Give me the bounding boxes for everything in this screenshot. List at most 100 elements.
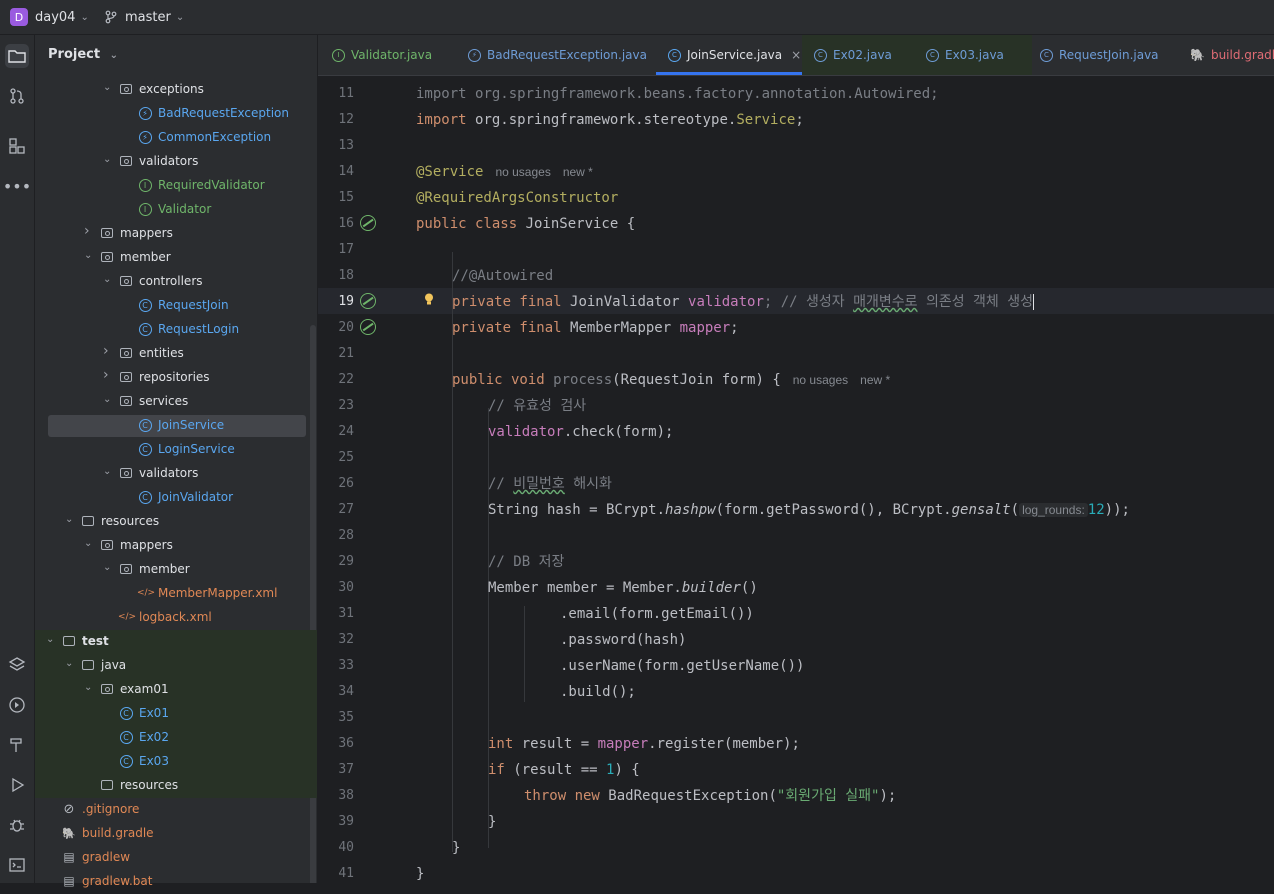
- bean-gutter-icon[interactable]: [360, 293, 376, 309]
- code-editor[interactable]: 11 12 13 14 15 16 17 18 19 20 21 22 23 24 25 26 27 28 29 30…: [318, 76, 1274, 883]
- run-icon[interactable]: [5, 773, 29, 797]
- chevron-down-icon[interactable]: ⌄: [103, 394, 111, 405]
- tree-item-ex02[interactable]: C Ex02: [35, 726, 317, 750]
- tree-item-validators[interactable]: ⌄ validators: [35, 150, 317, 174]
- line-number: 25: [338, 450, 354, 465]
- tree-item-controllers[interactable]: ⌄ controllers: [35, 270, 317, 294]
- tab-validator[interactable]: I Validator.java: [332, 35, 432, 75]
- more-icon[interactable]: •••: [3, 174, 31, 198]
- tree-item-member[interactable]: ⌄ member: [35, 246, 317, 270]
- tree-item-joinvalidator[interactable]: C JoinValidator: [35, 486, 317, 510]
- tree-item-exceptions[interactable]: ⌄ exceptions: [35, 78, 317, 102]
- code-line-38: throw new BadRequestException("회원가입 실패")…: [524, 786, 896, 806]
- chevron-down-icon[interactable]: ⌄: [84, 250, 92, 261]
- author-hint[interactable]: new *: [860, 373, 890, 387]
- tree-item-java[interactable]: ⌄ java: [35, 654, 317, 678]
- tree-item-membermapper-xml[interactable]: </> MemberMapper.xml: [35, 582, 317, 606]
- tree-item-test[interactable]: ⌄ test: [35, 630, 317, 654]
- code-token: process: [553, 372, 613, 388]
- code-line-34: .build();: [560, 682, 636, 702]
- tree-item-gradlew-bat[interactable]: ▤ gradlew.bat: [35, 870, 317, 894]
- chevron-right-icon[interactable]: ›: [84, 223, 90, 239]
- chevron-right-icon[interactable]: ›: [103, 367, 109, 383]
- class-icon: C: [1040, 48, 1053, 62]
- file-icon: ▤: [63, 874, 75, 888]
- tab-request-join[interactable]: C RequestJoin.java: [1040, 35, 1159, 75]
- bean-gutter-icon[interactable]: [360, 215, 376, 231]
- tree-item-resources[interactable]: ⌄ resources: [35, 510, 317, 534]
- code-line-41: }: [416, 864, 424, 883]
- tree-item-logback-xml[interactable]: </> logback.xml: [35, 606, 317, 630]
- tree-item-requestlogin[interactable]: C RequestLogin: [35, 318, 317, 342]
- close-icon[interactable]: ×: [791, 48, 801, 62]
- project-switcher[interactable]: D day04 ⌄: [10, 0, 89, 34]
- line-number: 27: [338, 502, 354, 517]
- commit-icon[interactable]: [5, 84, 29, 108]
- bean-gutter-icon[interactable]: [360, 319, 376, 335]
- tree-item-gradlew[interactable]: ▤ gradlew: [35, 846, 317, 870]
- chevron-down-icon[interactable]: ⌄: [103, 274, 111, 285]
- tree-item-exam01[interactable]: ⌄ exam01: [35, 678, 317, 702]
- chevron-down-icon[interactable]: ⌄: [84, 682, 92, 693]
- tree-item--gitignore[interactable]: ⊘ .gitignore: [35, 798, 317, 822]
- tree-item-services[interactable]: ⌄ services: [35, 390, 317, 414]
- tree-item-badrequestexception[interactable]: ⚡ BadRequestException: [35, 102, 317, 126]
- code-token: .password(hash): [560, 632, 687, 648]
- tab-ex03[interactable]: C Ex03.java: [914, 35, 1032, 75]
- hammer-icon[interactable]: [5, 733, 29, 757]
- code-line-24: validator.check(form);: [488, 422, 673, 442]
- indent-guide: [452, 252, 453, 852]
- tree-item-validators[interactable]: ⌄ validators: [35, 462, 317, 486]
- code-token: 매개변수로: [853, 294, 918, 310]
- folder-icon: [62, 634, 76, 648]
- tree-item-mappers[interactable]: ⌄ mappers: [35, 534, 317, 558]
- services-icon[interactable]: [5, 693, 29, 717]
- tree-item-label: gradlew: [82, 850, 131, 864]
- chevron-down-icon[interactable]: ⌄: [65, 658, 73, 669]
- tab-join-service[interactable]: C JoinService.java ×: [655, 35, 814, 75]
- chevron-down-icon[interactable]: ⌄: [65, 514, 73, 525]
- text-caret: [1032, 294, 1034, 310]
- chevron-down-icon[interactable]: ⌄: [103, 82, 111, 93]
- tree-item-validator[interactable]: I Validator: [35, 198, 317, 222]
- chevron-down-icon[interactable]: ⌄: [46, 634, 54, 645]
- tree-item-member[interactable]: ⌄ member: [35, 558, 317, 582]
- branch-switcher[interactable]: master ⌄: [104, 0, 184, 34]
- chevron-down-icon[interactable]: ⌄: [84, 538, 92, 549]
- tree-item-commonexception[interactable]: ⚡ CommonException: [35, 126, 317, 150]
- tree-item-ex01[interactable]: C Ex01: [35, 702, 317, 726]
- terminal-icon[interactable]: [5, 853, 29, 877]
- line-number: 11: [338, 86, 354, 101]
- code-token: BadRequestException(: [608, 788, 777, 804]
- layers-icon[interactable]: [5, 653, 29, 677]
- chevron-down-icon[interactable]: ⌄: [103, 466, 111, 477]
- tree-item-entities[interactable]: › entities: [35, 342, 317, 366]
- tree-item-requestjoin[interactable]: C RequestJoin: [35, 294, 317, 318]
- structure-icon[interactable]: [5, 134, 29, 158]
- project-folder-icon[interactable]: [5, 44, 29, 68]
- chevron-down-icon[interactable]: ⌄: [103, 154, 111, 165]
- author-hint[interactable]: new *: [563, 165, 593, 179]
- project-panel-header[interactable]: Project ⌄: [48, 47, 118, 62]
- tree-item-mappers[interactable]: › mappers: [35, 222, 317, 246]
- code-token: (): [740, 580, 758, 596]
- tree-item-joinservice[interactable]: C JoinService: [35, 414, 317, 438]
- chevron-down-icon[interactable]: ⌄: [103, 562, 111, 573]
- tab-label: build.gradle: [1210, 48, 1274, 62]
- tab-bad-request-exception[interactable]: ⚡ BadRequestException.java: [468, 35, 647, 75]
- tab-build-gradle[interactable]: 🐘 build.gradle: [1190, 35, 1274, 75]
- tree-item-ex03[interactable]: C Ex03: [35, 750, 317, 774]
- usages-hint[interactable]: no usages: [793, 373, 848, 387]
- chevron-right-icon[interactable]: ›: [103, 343, 109, 359]
- tab-ex02[interactable]: C Ex02.java: [802, 35, 920, 75]
- tree-item-repositories[interactable]: › repositories: [35, 366, 317, 390]
- tree-item-loginservice[interactable]: C LoginService: [35, 438, 317, 462]
- code-token: mapper: [679, 320, 731, 336]
- tree-item-resources[interactable]: resources: [35, 774, 317, 798]
- tree-item-build-gradle[interactable]: 🐘 build.gradle: [35, 822, 317, 846]
- tree-item-label: BadRequestException: [158, 106, 290, 120]
- tree-item-requiredvalidator[interactable]: I RequiredValidator: [35, 174, 317, 198]
- lightbulb-icon[interactable]: [424, 293, 434, 305]
- debug-icon[interactable]: [5, 813, 29, 837]
- usages-hint[interactable]: no usages: [495, 165, 550, 179]
